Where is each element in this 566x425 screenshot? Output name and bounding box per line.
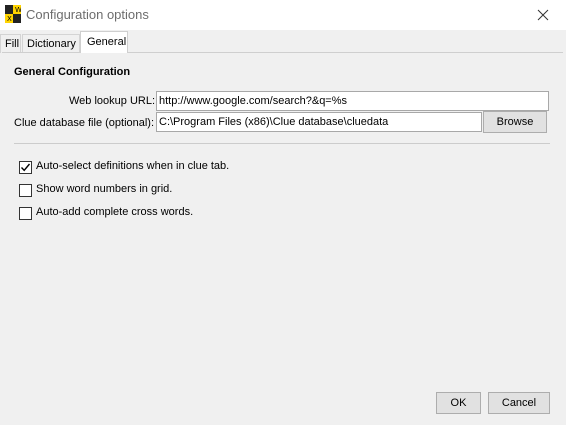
checkbox[interactable] [19, 161, 32, 174]
crossword-grid-icon: W X [5, 5, 21, 23]
divider [14, 143, 550, 144]
browse-button[interactable]: Browse [483, 111, 547, 133]
ok-button-label: OK [450, 397, 467, 409]
browse-button-label: Browse [496, 116, 534, 128]
clue-database-label: Clue database file (optional): [14, 117, 155, 129]
web-lookup-input[interactable]: http://www.google.com/search?&q=%s [156, 91, 549, 111]
option-label: Show word numbers in grid. [36, 183, 173, 195]
close-icon [537, 9, 549, 21]
cancel-button[interactable]: Cancel [488, 392, 550, 414]
web-lookup-label: Web lookup URL: [69, 95, 156, 107]
tab-fill[interactable]: Fill [0, 34, 21, 53]
clue-database-input[interactable]: C:\Program Files (x86)\Clue database\clu… [156, 112, 482, 132]
cancel-button-label: Cancel [501, 397, 537, 409]
option-label: Auto-select definitions when in clue tab… [36, 160, 230, 172]
svg-text:X: X [7, 15, 12, 23]
section-title: General Configuration [14, 66, 131, 78]
checkmark-icon [20, 163, 31, 172]
general-panel: General Configuration Web lookup URL: ht… [2, 52, 563, 382]
checkbox[interactable] [19, 184, 32, 197]
tab-label: Fill [5, 38, 20, 50]
tab-label: General [87, 36, 127, 48]
tab-strip: Fill Dictionary General [0, 31, 566, 53]
checkbox[interactable] [19, 207, 32, 220]
tab-label: Dictionary [27, 38, 76, 50]
option-label: Auto-add complete cross words. [36, 206, 194, 218]
tab-dictionary[interactable]: Dictionary [22, 34, 80, 53]
window-title: Configuration options [26, 7, 149, 22]
svg-text:W: W [15, 6, 21, 14]
tab-general[interactable]: General [80, 31, 128, 53]
title-bar: W X Configuration options [0, 0, 566, 30]
ok-button[interactable]: OK [436, 392, 481, 414]
close-button[interactable] [520, 0, 566, 30]
